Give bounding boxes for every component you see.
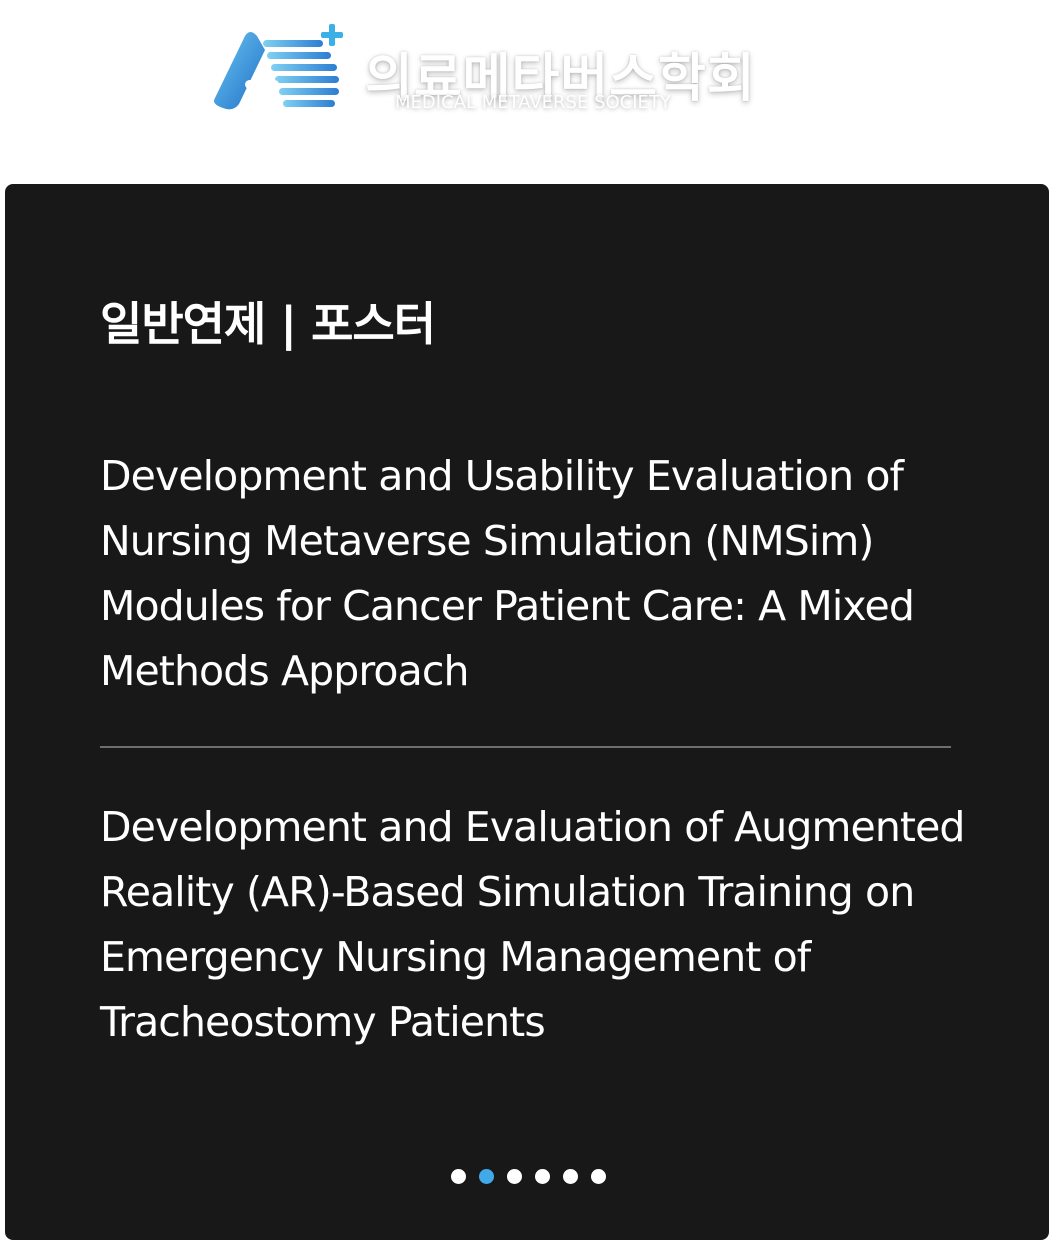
- card-title: 일반연제 | 포스터: [100, 297, 436, 351]
- pagination-dot[interactable]: [479, 1169, 494, 1184]
- site-header: 의료메타버스학회 MEDICAL METAVERSE SOCIETY: [0, 0, 1054, 184]
- society-logo[interactable]: 의료메타버스학회 MEDICAL METAVERSE SOCIETY: [205, 20, 785, 130]
- pagination-dots: [451, 1169, 606, 1184]
- a-plus-logo-icon: [214, 24, 343, 110]
- logo-english-text: MEDICAL METAVERSE SOCIETY: [395, 92, 671, 113]
- pagination-dot[interactable]: [507, 1169, 522, 1184]
- pagination-dot[interactable]: [535, 1169, 550, 1184]
- pagination-dot[interactable]: [451, 1169, 466, 1184]
- pagination-dot[interactable]: [563, 1169, 578, 1184]
- pagination-dot[interactable]: [591, 1169, 606, 1184]
- poster-entry-1[interactable]: Development and Usability Evaluation of …: [100, 444, 970, 704]
- poster-card: 일반연제 | 포스터 Development and Usability Eva…: [5, 184, 1049, 1240]
- entry-divider: [100, 746, 951, 748]
- poster-entry-2[interactable]: Development and Evaluation of Augmented …: [100, 795, 970, 1055]
